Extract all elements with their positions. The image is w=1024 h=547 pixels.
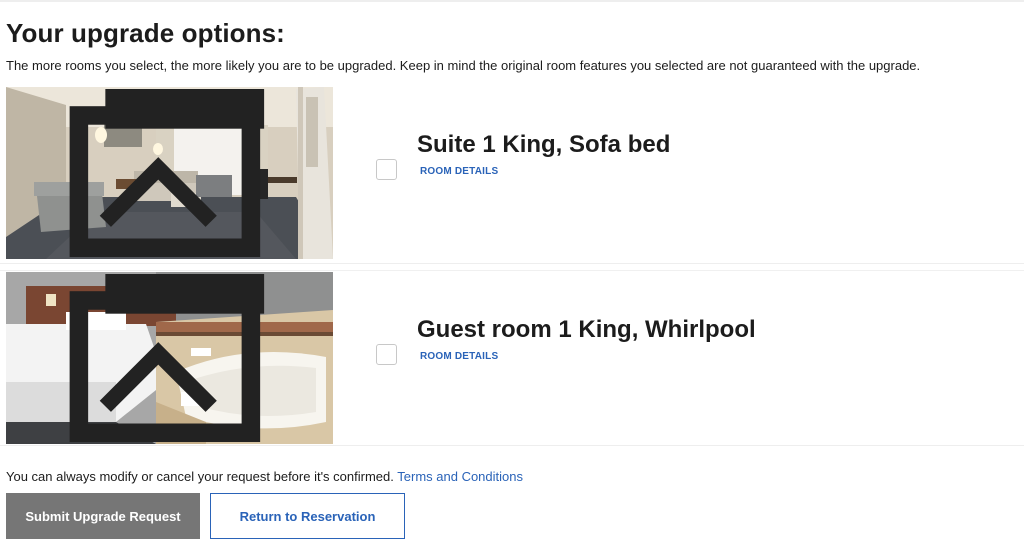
room-details-link-suite[interactable]: ROOM DETAILS: [420, 166, 498, 177]
row-divider: [0, 445, 1024, 446]
image-badge-icon: [69, 89, 265, 258]
room-name-suite: Suite 1 King, Sofa bed: [417, 131, 671, 158]
page-title: Your upgrade options:: [6, 18, 285, 48]
top-divider: [0, 0, 1024, 2]
terms-link[interactable]: Terms and Conditions: [397, 469, 523, 484]
room-photo-suite[interactable]: [6, 87, 333, 259]
page-subtitle: The more rooms you select, the more like…: [6, 58, 921, 73]
note-text: You can always modify or cancel your req…: [6, 469, 394, 484]
row-divider: [0, 263, 1024, 264]
modify-cancel-note: You can always modify or cancel your req…: [6, 469, 523, 484]
return-to-reservation-button[interactable]: Return to Reservation: [210, 493, 405, 539]
upgrade-options-page: Your upgrade options: The more rooms you…: [0, 0, 1024, 547]
image-badge-icon: [69, 274, 265, 443]
select-suite-checkbox[interactable]: [376, 159, 397, 180]
room-name-whirlpool: Guest room 1 King, Whirlpool: [417, 316, 756, 343]
room-option-suite: Suite 1 King, Sofa bed ROOM DETAILS: [0, 86, 1024, 260]
room-option-whirlpool: Guest room 1 King, Whirlpool ROOM DETAIL…: [0, 270, 1024, 444]
room-details-link-whirlpool[interactable]: ROOM DETAILS: [420, 351, 498, 362]
submit-upgrade-button[interactable]: Submit Upgrade Request: [6, 493, 200, 539]
select-whirlpool-checkbox[interactable]: [376, 344, 397, 365]
room-photo-whirlpool[interactable]: [6, 272, 333, 444]
